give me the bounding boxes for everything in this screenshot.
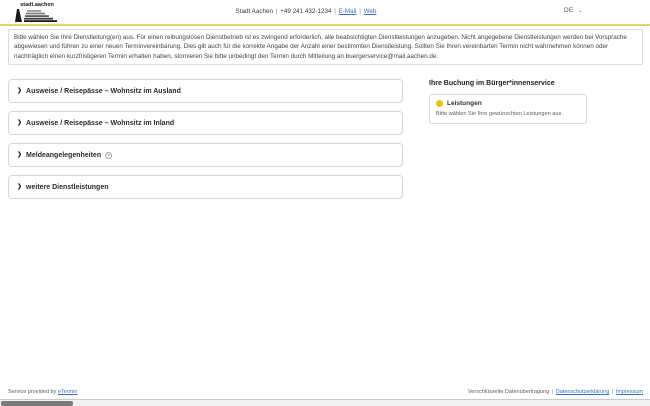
footer: Service provided by eTermin Verschlüssel… xyxy=(0,387,650,398)
horizontal-scrollbar[interactable] xyxy=(0,399,650,406)
chevron-right-icon: ❯ xyxy=(17,88,22,94)
booking-summary-panel: Ihre Buchung im Bürger*innenservice Leis… xyxy=(429,80,587,124)
separator: | xyxy=(612,389,613,395)
web-link[interactable]: Web xyxy=(364,8,377,15)
horizontal-scrollbar-thumb[interactable] xyxy=(1,401,73,406)
chevron-down-icon: ⌄ xyxy=(578,8,583,14)
booking-step-row: Leistungen xyxy=(436,100,580,107)
step-status-dot-icon xyxy=(436,100,443,107)
accordion-item-meldeangelegenheiten[interactable]: ❯ Meldeangelegenheiten ? xyxy=(8,143,403,167)
accordion-item-label: weitere Dienstleistungen xyxy=(26,184,108,191)
intro-notice: Bitte wählen Sie Ihre Dienstleitung(en) … xyxy=(8,29,643,65)
separator: | xyxy=(334,8,336,15)
imprint-link[interactable]: Impressum xyxy=(616,389,643,395)
footer-provider: Service provided by eTermin xyxy=(8,389,77,395)
header: stadt.aachen Stadt Aachen | +49 241 432-… xyxy=(0,0,650,24)
language-label: DE xyxy=(564,7,573,14)
chevron-right-icon: ❯ xyxy=(17,184,22,190)
brand-accent-line xyxy=(0,24,650,26)
chevron-right-icon: ❯ xyxy=(17,120,22,126)
accordion-item-weitere-dienstleistungen[interactable]: ❯ weitere Dienstleistungen xyxy=(8,175,403,199)
accordion-item-label: Ausweise / Reisepässe – Wohnsitz im Ausl… xyxy=(26,88,181,95)
encrypted-transfer-text: Verschlüsselte Datenübertragung xyxy=(468,389,549,395)
org-name: Stadt Aachen xyxy=(236,8,273,15)
provided-by-text: Service provided by xyxy=(8,389,56,395)
accordion-item-label: Ausweise / Reisepässe – Wohnsitz im Inla… xyxy=(26,120,174,127)
page: stadt.aachen Stadt Aachen | +49 241 432-… xyxy=(0,0,650,406)
separator: | xyxy=(276,8,278,15)
booking-step-box: Leistungen Bitte wählen Sie Ihre gewünsc… xyxy=(429,94,587,124)
separator: | xyxy=(359,8,361,15)
privacy-policy-link[interactable]: Datenschutzerklärung xyxy=(556,389,610,395)
header-contact: Stadt Aachen | +49 241 432-1234 | E-Mail… xyxy=(0,8,612,15)
phone-number: +49 241 432-1234 xyxy=(280,8,331,15)
info-icon[interactable]: ? xyxy=(105,152,112,159)
footer-legal: Verschlüsselte Datenübertragung | Datens… xyxy=(468,389,643,395)
step-label: Leistungen xyxy=(447,100,482,107)
chevron-right-icon: ❯ xyxy=(17,152,22,158)
accordion-item-ausweise-ausland[interactable]: ❯ Ausweise / Reisepässe – Wohnsitz im Au… xyxy=(8,79,403,103)
email-link[interactable]: E-Mail xyxy=(339,8,357,15)
etermin-link[interactable]: eTermin xyxy=(58,389,78,395)
separator: | xyxy=(552,389,553,395)
accordion-item-ausweise-inland[interactable]: ❯ Ausweise / Reisepässe – Wohnsitz im In… xyxy=(8,111,403,135)
booking-title: Ihre Buchung im Bürger*innenservice xyxy=(429,80,587,87)
language-selector[interactable]: DE ⌄ xyxy=(564,7,583,14)
accordion-item-label: Meldeangelegenheiten xyxy=(26,152,101,159)
step-hint: Bitte wählen Sie Ihre gewünschten Leistu… xyxy=(436,111,580,117)
service-accordion: ❯ Ausweise / Reisepässe – Wohnsitz im Au… xyxy=(8,79,403,199)
